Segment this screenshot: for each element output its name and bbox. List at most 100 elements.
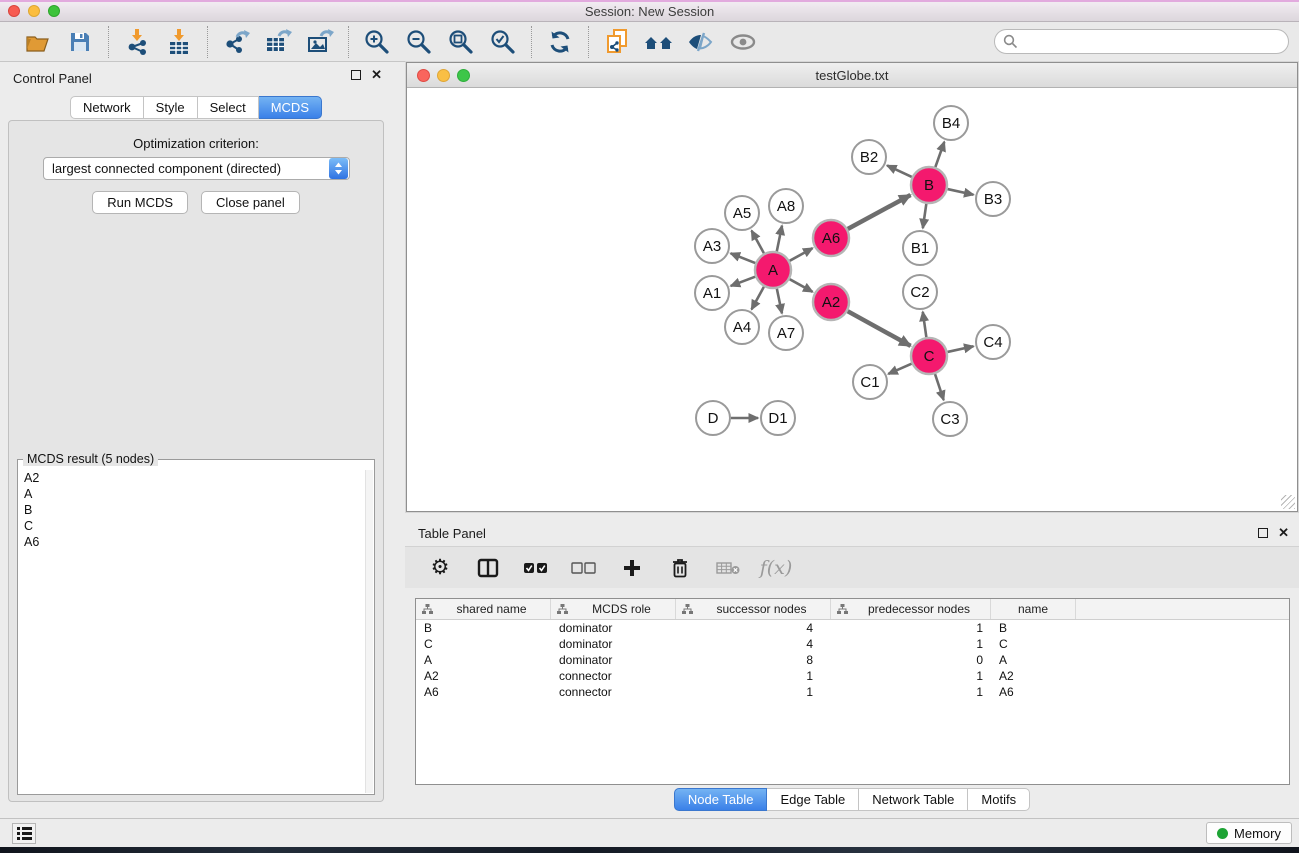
edge-A-A7[interactable] <box>777 289 782 314</box>
close-panel-icon[interactable]: ✕ <box>371 70 382 80</box>
table-row[interactable]: Cdominator41C <box>416 636 1289 652</box>
optimization-criterion-dropdown[interactable]: largest connected component (directed) <box>43 157 350 180</box>
resize-grip[interactable] <box>1281 495 1295 509</box>
node-A8[interactable]: A8 <box>769 189 803 223</box>
open-file-button[interactable] <box>22 27 54 57</box>
node-A1[interactable]: A1 <box>695 276 729 310</box>
node-A4[interactable]: A4 <box>725 310 759 344</box>
node-A2[interactable]: A2 <box>813 284 849 320</box>
export-network-button[interactable] <box>220 27 252 57</box>
node-B4[interactable]: B4 <box>934 106 968 140</box>
table-row[interactable]: Bdominator41B <box>416 620 1289 636</box>
node-A[interactable]: A <box>755 252 791 288</box>
edge-A-A1[interactable] <box>731 277 756 286</box>
node-D1[interactable]: D1 <box>761 401 795 435</box>
column-header-predecessor-nodes[interactable]: predecessor nodes <box>831 599 991 619</box>
edge-A-A5[interactable] <box>752 231 764 254</box>
edge-B-B1[interactable] <box>923 204 926 228</box>
mcds-result-item[interactable]: C <box>19 518 365 534</box>
edge-B-B2[interactable] <box>887 165 912 177</box>
node-B2[interactable]: B2 <box>852 140 886 174</box>
table-row[interactable]: A6connector11A6 <box>416 684 1289 700</box>
edge-A-A3[interactable] <box>731 253 756 263</box>
zoom-fit-button[interactable] <box>445 27 477 57</box>
node-B1[interactable]: B1 <box>903 231 937 265</box>
mcds-result-item[interactable]: A <box>19 486 365 502</box>
close-panel-button[interactable]: Close panel <box>201 191 300 214</box>
column-header-name[interactable]: name <box>991 599 1076 619</box>
edge-B-B4[interactable] <box>935 142 944 167</box>
hide-selected-button[interactable] <box>685 27 717 57</box>
edge-A-A6[interactable] <box>790 248 813 261</box>
task-history-button[interactable] <box>12 823 36 844</box>
node-C[interactable]: C <box>911 338 947 374</box>
delete-column-button[interactable] <box>715 555 741 581</box>
zoom-in-button[interactable] <box>361 27 393 57</box>
node-D[interactable]: D <box>696 401 730 435</box>
tab-motifs[interactable]: Motifs <box>968 788 1030 811</box>
run-mcds-button[interactable]: Run MCDS <box>92 191 188 214</box>
zoom-selected-button[interactable] <box>487 27 519 57</box>
table-row[interactable]: A2connector11A2 <box>416 668 1289 684</box>
column-header-mcds-role[interactable]: MCDS role <box>551 599 676 619</box>
float-panel-icon[interactable] <box>351 70 361 80</box>
zoom-out-button[interactable] <box>403 27 435 57</box>
import-network-button[interactable] <box>121 27 153 57</box>
table-row[interactable]: Adominator80A <box>416 652 1289 668</box>
memory-status-button[interactable]: Memory <box>1206 822 1292 844</box>
edge-A-A4[interactable] <box>752 287 764 310</box>
node-C4[interactable]: C4 <box>976 325 1010 359</box>
node-C1[interactable]: C1 <box>853 365 887 399</box>
mcds-result-list[interactable]: A2ABCA6 <box>19 470 365 793</box>
node-A6[interactable]: A6 <box>813 220 849 256</box>
tab-style[interactable]: Style <box>144 96 198 119</box>
tab-select[interactable]: Select <box>198 96 259 119</box>
tab-node-table[interactable]: Node Table <box>674 788 768 811</box>
node-B3[interactable]: B3 <box>976 182 1010 216</box>
edge-A2-C[interactable] <box>848 311 911 346</box>
first-neighbors-button[interactable] <box>643 27 675 57</box>
mcds-result-item[interactable]: B <box>19 502 365 518</box>
edge-C-C3[interactable] <box>935 374 944 400</box>
select-all-rows-button[interactable] <box>523 555 549 581</box>
column-header-shared-name[interactable]: shared name <box>416 599 551 619</box>
import-table-button[interactable] <box>163 27 195 57</box>
tab-mcds[interactable]: MCDS <box>259 96 322 119</box>
result-list-scrollbar[interactable] <box>365 470 373 793</box>
column-header-successor-nodes[interactable]: successor nodes <box>676 599 831 619</box>
edge-C-C1[interactable] <box>888 364 911 374</box>
tab-edge-table[interactable]: Edge Table <box>767 788 859 811</box>
new-network-from-selection-button[interactable] <box>601 27 633 57</box>
node-C2[interactable]: C2 <box>903 275 937 309</box>
function-builder-button[interactable]: f(x) <box>763 555 789 581</box>
edge-A-A8[interactable] <box>777 226 782 252</box>
deselect-all-rows-button[interactable] <box>571 555 597 581</box>
network-canvas[interactable]: B4B2BB3A5A8A6B1A3AC2A1A2A4A7C4CC1C3DD1 <box>407 88 1297 511</box>
show-all-button[interactable] <box>727 27 759 57</box>
edge-C-C4[interactable] <box>948 346 974 352</box>
refresh-layout-button[interactable] <box>544 27 576 57</box>
node-C3[interactable]: C3 <box>933 402 967 436</box>
node-A5[interactable]: A5 <box>725 196 759 230</box>
column-chooser-button[interactable] <box>475 555 501 581</box>
dropdown-stepper[interactable] <box>329 158 348 179</box>
export-table-button[interactable] <box>262 27 294 57</box>
save-session-button[interactable] <box>64 27 96 57</box>
edge-B-B3[interactable] <box>948 189 974 195</box>
add-column-button[interactable] <box>619 555 645 581</box>
float-table-panel-icon[interactable] <box>1258 528 1268 538</box>
export-image-button[interactable] <box>304 27 336 57</box>
search-box[interactable] <box>994 29 1289 54</box>
edge-A-A2[interactable] <box>790 279 813 292</box>
node-B[interactable]: B <box>911 167 947 203</box>
table-settings-gear-button[interactable]: ⚙ <box>427 555 453 581</box>
mcds-result-item[interactable]: A6 <box>19 534 365 550</box>
edge-C-C2[interactable] <box>923 312 927 337</box>
node-A7[interactable]: A7 <box>769 316 803 350</box>
search-input[interactable] <box>1018 34 1280 49</box>
mcds-result-item[interactable]: A2 <box>19 470 365 486</box>
tab-network-table[interactable]: Network Table <box>859 788 968 811</box>
delete-selected-button[interactable] <box>667 555 693 581</box>
edge-A6-B[interactable] <box>848 195 911 229</box>
tab-network[interactable]: Network <box>70 96 144 119</box>
